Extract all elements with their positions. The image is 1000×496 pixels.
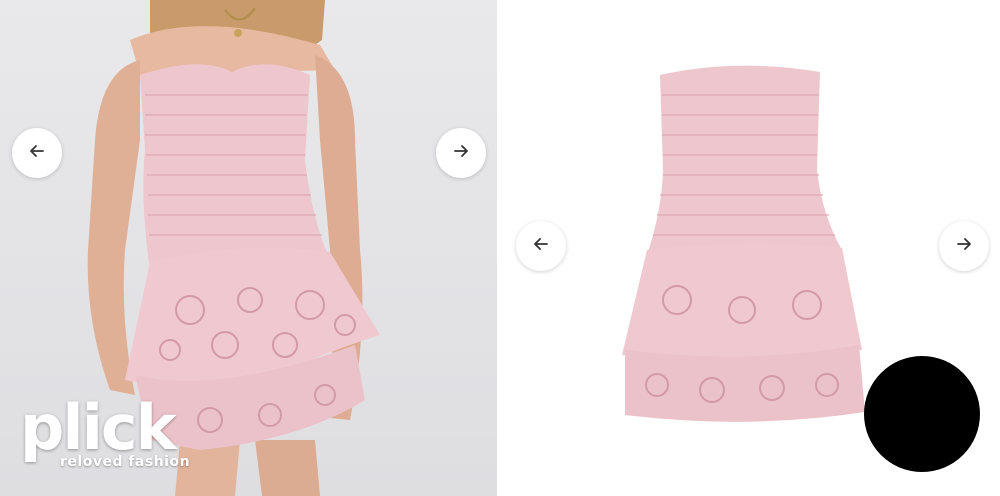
gallery-left-next-button[interactable] [436, 128, 486, 178]
brand-watermark: plick reloved fashion [20, 392, 200, 482]
product-image-model: plick reloved fashion [0, 0, 497, 496]
gallery-left-prev-button[interactable] [12, 128, 62, 178]
arrow-left-icon [27, 141, 47, 166]
flat-dress-bodice [647, 65, 842, 255]
overlay-black-circle [864, 356, 980, 472]
arrow-right-icon [954, 234, 974, 259]
flat-dress-skirt-upper [622, 243, 862, 359]
gallery-right-next-button[interactable] [939, 221, 989, 271]
model-right-leg [255, 440, 320, 496]
arrow-right-icon [451, 141, 471, 166]
flat-dress-skirt-lower [625, 345, 865, 422]
model-left-arm [87, 60, 140, 395]
brand-tagline: reloved fashion [60, 454, 191, 470]
gallery-right-prev-button[interactable] [516, 221, 566, 271]
necklace-pendant [234, 29, 242, 37]
arrow-left-icon [531, 234, 551, 259]
